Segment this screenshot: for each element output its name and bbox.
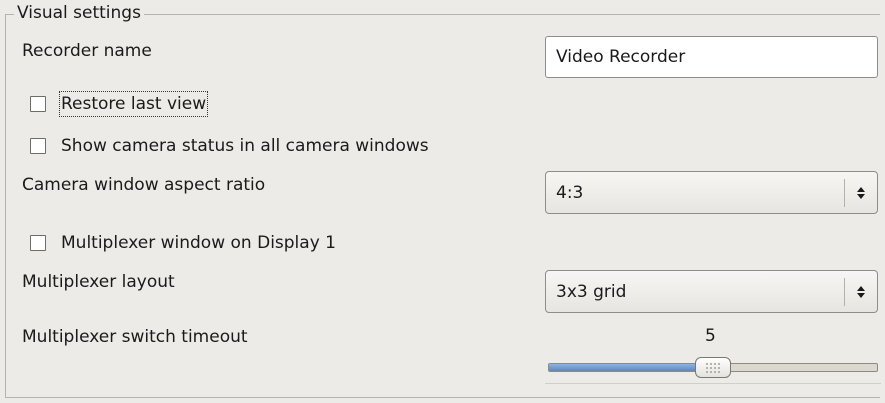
recorder-name-label: Recorder name bbox=[22, 41, 152, 61]
multiplexer-layout-label: Multiplexer layout bbox=[22, 272, 175, 292]
up-down-arrows-icon[interactable] bbox=[845, 285, 877, 299]
group-title: Visual settings bbox=[14, 2, 144, 24]
show-camera-status-label[interactable]: Show camera status in all camera windows bbox=[61, 135, 429, 157]
restore-last-view-label[interactable]: Restore last view bbox=[58, 91, 209, 117]
show-camera-status-row[interactable]: Show camera status in all camera windows bbox=[30, 135, 429, 157]
multiplexer-layout-value: 3x3 grid bbox=[556, 281, 627, 302]
aspect-ratio-label: Camera window aspect ratio bbox=[22, 175, 266, 195]
slider-fill bbox=[549, 364, 713, 371]
aspect-ratio-value: 4:3 bbox=[556, 182, 584, 203]
grip-icon bbox=[706, 362, 720, 373]
divider bbox=[545, 383, 881, 384]
recorder-name-input[interactable] bbox=[545, 36, 878, 78]
multiplexer-display-checkbox[interactable] bbox=[30, 235, 46, 251]
up-down-arrows-icon[interactable] bbox=[845, 186, 877, 200]
multiplexer-display-label[interactable]: Multiplexer window on Display 1 bbox=[61, 232, 336, 254]
slider-thumb[interactable] bbox=[695, 357, 731, 378]
aspect-ratio-combo[interactable]: 4:3 bbox=[545, 171, 878, 214]
multiplexer-layout-combo[interactable]: 3x3 grid bbox=[545, 270, 878, 313]
multiplexer-display-row[interactable]: Multiplexer window on Display 1 bbox=[30, 232, 336, 254]
switch-timeout-slider[interactable] bbox=[548, 357, 878, 378]
switch-timeout-value: 5 bbox=[705, 326, 716, 346]
show-camera-status-checkbox[interactable] bbox=[30, 138, 46, 154]
restore-last-view-row[interactable]: Restore last view bbox=[30, 91, 209, 117]
switch-timeout-label: Multiplexer switch timeout bbox=[22, 327, 248, 347]
restore-last-view-checkbox[interactable] bbox=[30, 96, 46, 112]
